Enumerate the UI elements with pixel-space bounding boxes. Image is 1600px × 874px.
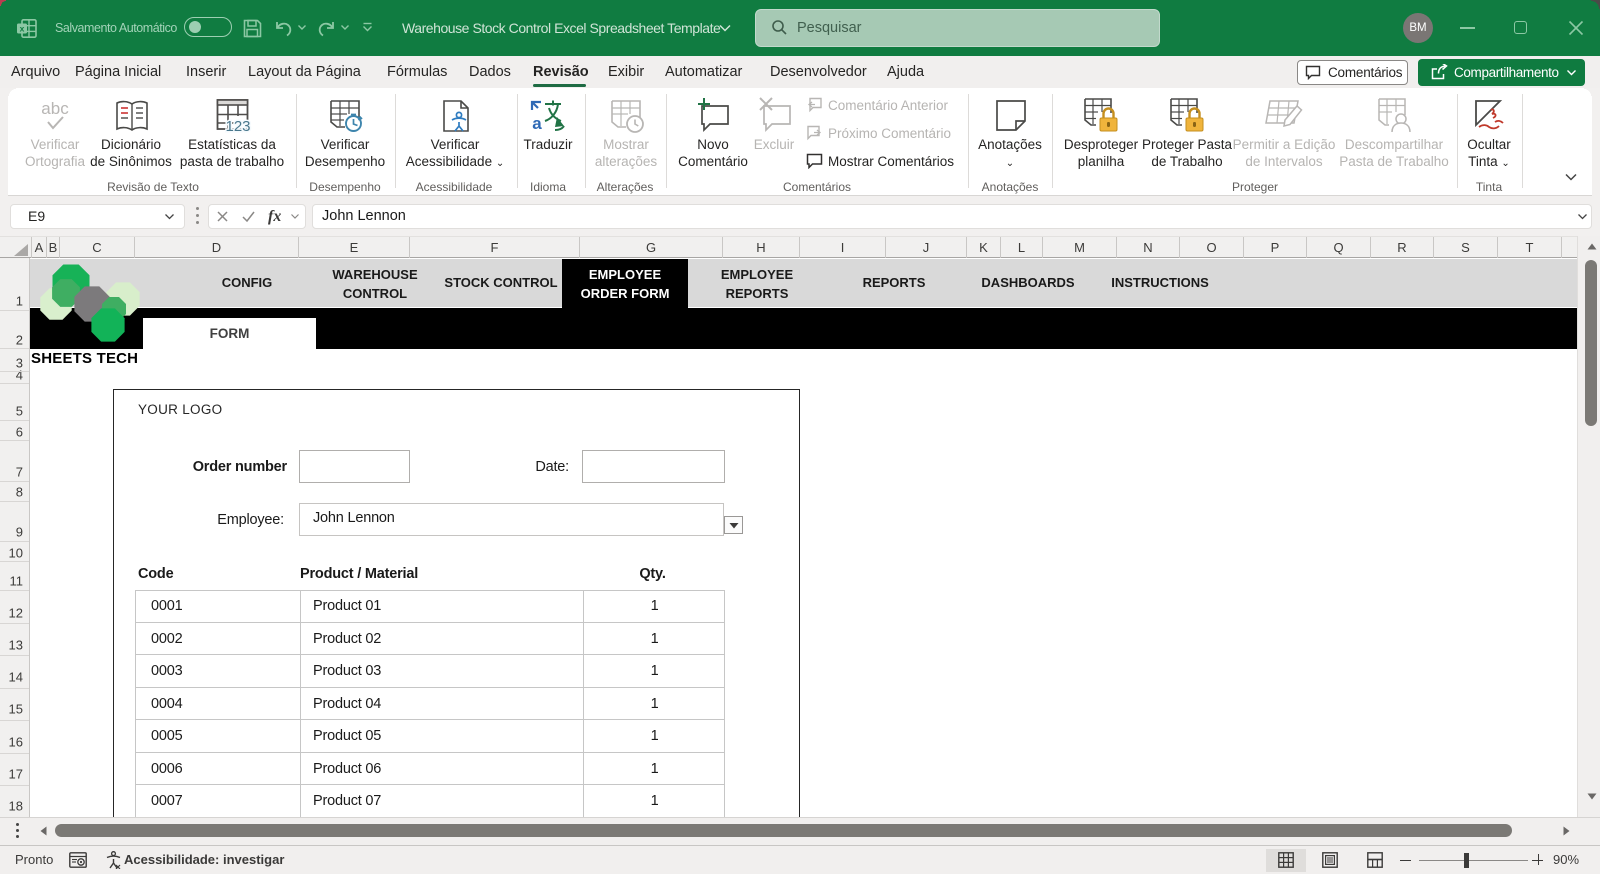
svg-text:abc: abc: [41, 99, 69, 118]
svg-text:123: 123: [225, 118, 250, 135]
svg-text:a: a: [532, 114, 542, 133]
svg-text:x: x: [20, 24, 25, 34]
